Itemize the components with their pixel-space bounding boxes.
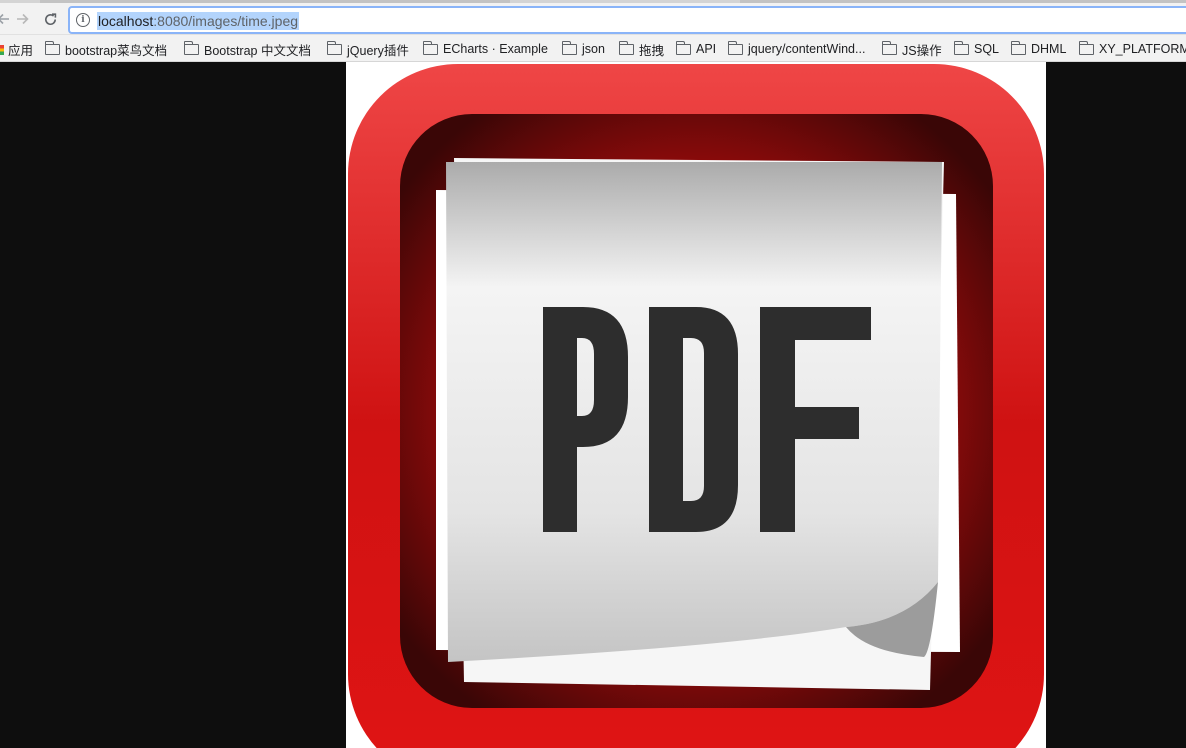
bookmark-folder[interactable]: 拖拽 <box>618 40 665 58</box>
bookmark-folder[interactable]: API <box>675 40 717 58</box>
folder-icon <box>675 40 691 55</box>
bookmark-label: API <box>696 42 717 56</box>
info-icon[interactable]: i <box>76 13 90 27</box>
folder-icon <box>1078 40 1094 55</box>
folder-icon <box>326 40 342 55</box>
bookmark-folder[interactable]: DHML <box>1010 40 1067 58</box>
bookmark-label: JS操作 <box>902 43 942 58</box>
folder-icon <box>1010 40 1026 55</box>
folder-icon <box>727 40 743 55</box>
bookmark-folder[interactable]: XY_PLATFORM <box>1078 40 1186 58</box>
bookmark-folder[interactable]: jquery/contentWind... <box>727 40 866 58</box>
url-path: :8080/images/time.jpeg <box>153 13 299 29</box>
tab[interactable] <box>740 0 1186 3</box>
apps-icon[interactable] <box>0 45 4 55</box>
bookmark-folder[interactable]: Bootstrap 中文文档 <box>183 40 311 58</box>
folder-icon <box>618 40 634 55</box>
url-host: localhost <box>98 13 154 29</box>
pdf-icon <box>348 64 1044 748</box>
folder-icon <box>44 40 60 55</box>
bookmarks-bar: 应用 bootstrap菜鸟文档 Bootstrap 中文文档 jQuery插件… <box>0 35 1186 62</box>
bookmark-apps[interactable]: 应用 <box>8 40 33 58</box>
folder-icon <box>183 40 199 55</box>
bookmark-folder[interactable]: SQL <box>953 40 1000 58</box>
forward-button[interactable] <box>12 9 32 29</box>
folder-icon <box>561 40 577 55</box>
bookmark-label: 拖拽 <box>639 43 665 58</box>
address-bar[interactable]: i localhost:8080/images/time.jpeg <box>68 6 1186 34</box>
bookmark-label: Bootstrap 中文文档 <box>204 43 311 58</box>
browser-toolbar: i localhost:8080/images/time.jpeg <box>0 0 1186 35</box>
bookmark-folder[interactable]: jQuery插件 <box>326 40 409 58</box>
address-url[interactable]: localhost:8080/images/time.jpeg <box>97 12 300 30</box>
bookmark-label: ECharts · Example <box>443 42 548 56</box>
reload-button[interactable] <box>40 9 60 29</box>
bookmark-folder[interactable]: bootstrap菜鸟文档 <box>44 40 168 58</box>
bookmark-label: bootstrap菜鸟文档 <box>65 43 168 58</box>
bookmark-folder[interactable]: json <box>561 40 605 58</box>
bookmark-label: json <box>582 42 605 56</box>
bookmark-folder[interactable]: JS操作 <box>881 40 942 58</box>
paper-sheet-front <box>446 162 942 662</box>
bookmark-label: 应用 <box>8 43 34 58</box>
folder-icon <box>881 40 897 55</box>
bookmark-label: jquery/contentWind... <box>748 42 866 56</box>
bookmark-folder[interactable]: ECharts · Example <box>422 40 548 58</box>
image-viewer <box>0 62 1186 748</box>
reload-icon <box>44 12 56 25</box>
folder-icon <box>953 40 969 55</box>
bookmark-label: SQL <box>974 42 1000 56</box>
arrow-left-icon <box>0 13 9 25</box>
tab[interactable] <box>40 0 510 3</box>
folder-icon <box>422 40 438 55</box>
bookmark-label: DHML <box>1031 42 1067 56</box>
pdf-app-image[interactable] <box>346 62 1046 748</box>
arrow-right-icon <box>17 13 29 25</box>
bookmark-label: jQuery插件 <box>347 43 409 58</box>
tab-strip <box>0 0 1186 3</box>
bookmark-label: XY_PLATFORM <box>1099 42 1186 56</box>
